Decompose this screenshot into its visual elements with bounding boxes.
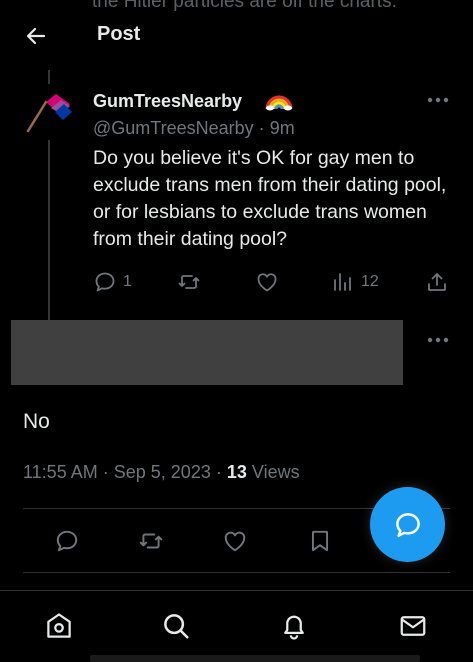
speech-bubble-icon bbox=[95, 272, 115, 292]
bookmark-icon bbox=[311, 530, 329, 552]
obscured-content-below bbox=[90, 655, 420, 662]
views-count: 12 bbox=[361, 273, 379, 290]
retweet-button-main[interactable] bbox=[136, 526, 166, 556]
bookmark-button[interactable] bbox=[305, 526, 335, 556]
share-upload-icon bbox=[428, 273, 446, 291]
avatar[interactable] bbox=[24, 92, 74, 134]
reply-text: No bbox=[23, 410, 50, 433]
more-options-button-reply[interactable] bbox=[424, 332, 452, 348]
tweet-age[interactable]: 9m bbox=[270, 118, 295, 138]
search-icon bbox=[164, 614, 189, 639]
back-button[interactable] bbox=[20, 20, 52, 52]
bar-chart-icon bbox=[334, 273, 351, 291]
timestamp-separator-2: · bbox=[215, 462, 222, 482]
heart-icon bbox=[224, 531, 246, 552]
divider bbox=[23, 572, 450, 573]
tweet-text: Do you believe it's OK for gay men to ex… bbox=[93, 147, 447, 250]
nav-search[interactable] bbox=[159, 609, 193, 643]
bottom-navigation bbox=[0, 590, 473, 662]
author-handle[interactable]: @GumTreesNearby bbox=[93, 118, 254, 138]
retweet-icon bbox=[178, 275, 200, 289]
timestamp-separator: · bbox=[102, 462, 109, 482]
arrow-left-icon bbox=[26, 27, 46, 45]
redacted-author-block bbox=[11, 320, 403, 385]
home-icon bbox=[47, 613, 71, 638]
compose-reply-button[interactable] bbox=[370, 487, 445, 562]
speech-bubble-icon bbox=[56, 530, 78, 552]
author-display-name[interactable]: GumTreesNearby bbox=[93, 91, 242, 112]
more-options-button[interactable] bbox=[424, 92, 452, 108]
nav-messages[interactable] bbox=[396, 609, 430, 643]
thread-line bbox=[48, 140, 50, 320]
like-button[interactable] bbox=[255, 268, 279, 296]
more-dots-icon bbox=[427, 97, 449, 103]
views-button[interactable]: 12 bbox=[331, 268, 379, 296]
meta-separator: · bbox=[258, 118, 265, 138]
bisexual-flag-avatar-icon bbox=[26, 94, 72, 133]
reply-count: 1 bbox=[123, 273, 132, 290]
post-date[interactable]: Sep 5, 2023 bbox=[114, 462, 211, 482]
reply-button[interactable]: 1 bbox=[93, 268, 132, 296]
more-dots-icon bbox=[427, 337, 449, 343]
post-timestamp: 11:55 AM · Sep 5, 2023 · 13 Views bbox=[23, 462, 300, 483]
views-label: Views bbox=[251, 462, 300, 482]
nav-notifications[interactable] bbox=[277, 609, 311, 643]
thread-line-top bbox=[48, 70, 50, 84]
author-meta: @GumTreesNearby · 9m bbox=[93, 118, 295, 139]
envelope-icon bbox=[400, 616, 426, 636]
heart-icon bbox=[257, 273, 277, 292]
bell-icon bbox=[284, 615, 304, 640]
nav-home[interactable] bbox=[42, 609, 76, 643]
compose-reply-icon bbox=[395, 512, 420, 537]
views-total: 13 bbox=[226, 462, 247, 482]
retweet-button[interactable] bbox=[177, 268, 201, 296]
page-title: Post bbox=[97, 23, 141, 45]
reply-button-main[interactable] bbox=[52, 526, 82, 556]
top-header: Post bbox=[0, 0, 473, 70]
post-time[interactable]: 11:55 AM bbox=[23, 462, 98, 482]
rainbow-emoji-icon bbox=[265, 89, 293, 111]
share-button[interactable] bbox=[425, 268, 449, 296]
retweet-icon bbox=[139, 533, 163, 549]
tweet-actions: 1 12 bbox=[93, 268, 453, 296]
like-button-main[interactable] bbox=[220, 526, 250, 556]
